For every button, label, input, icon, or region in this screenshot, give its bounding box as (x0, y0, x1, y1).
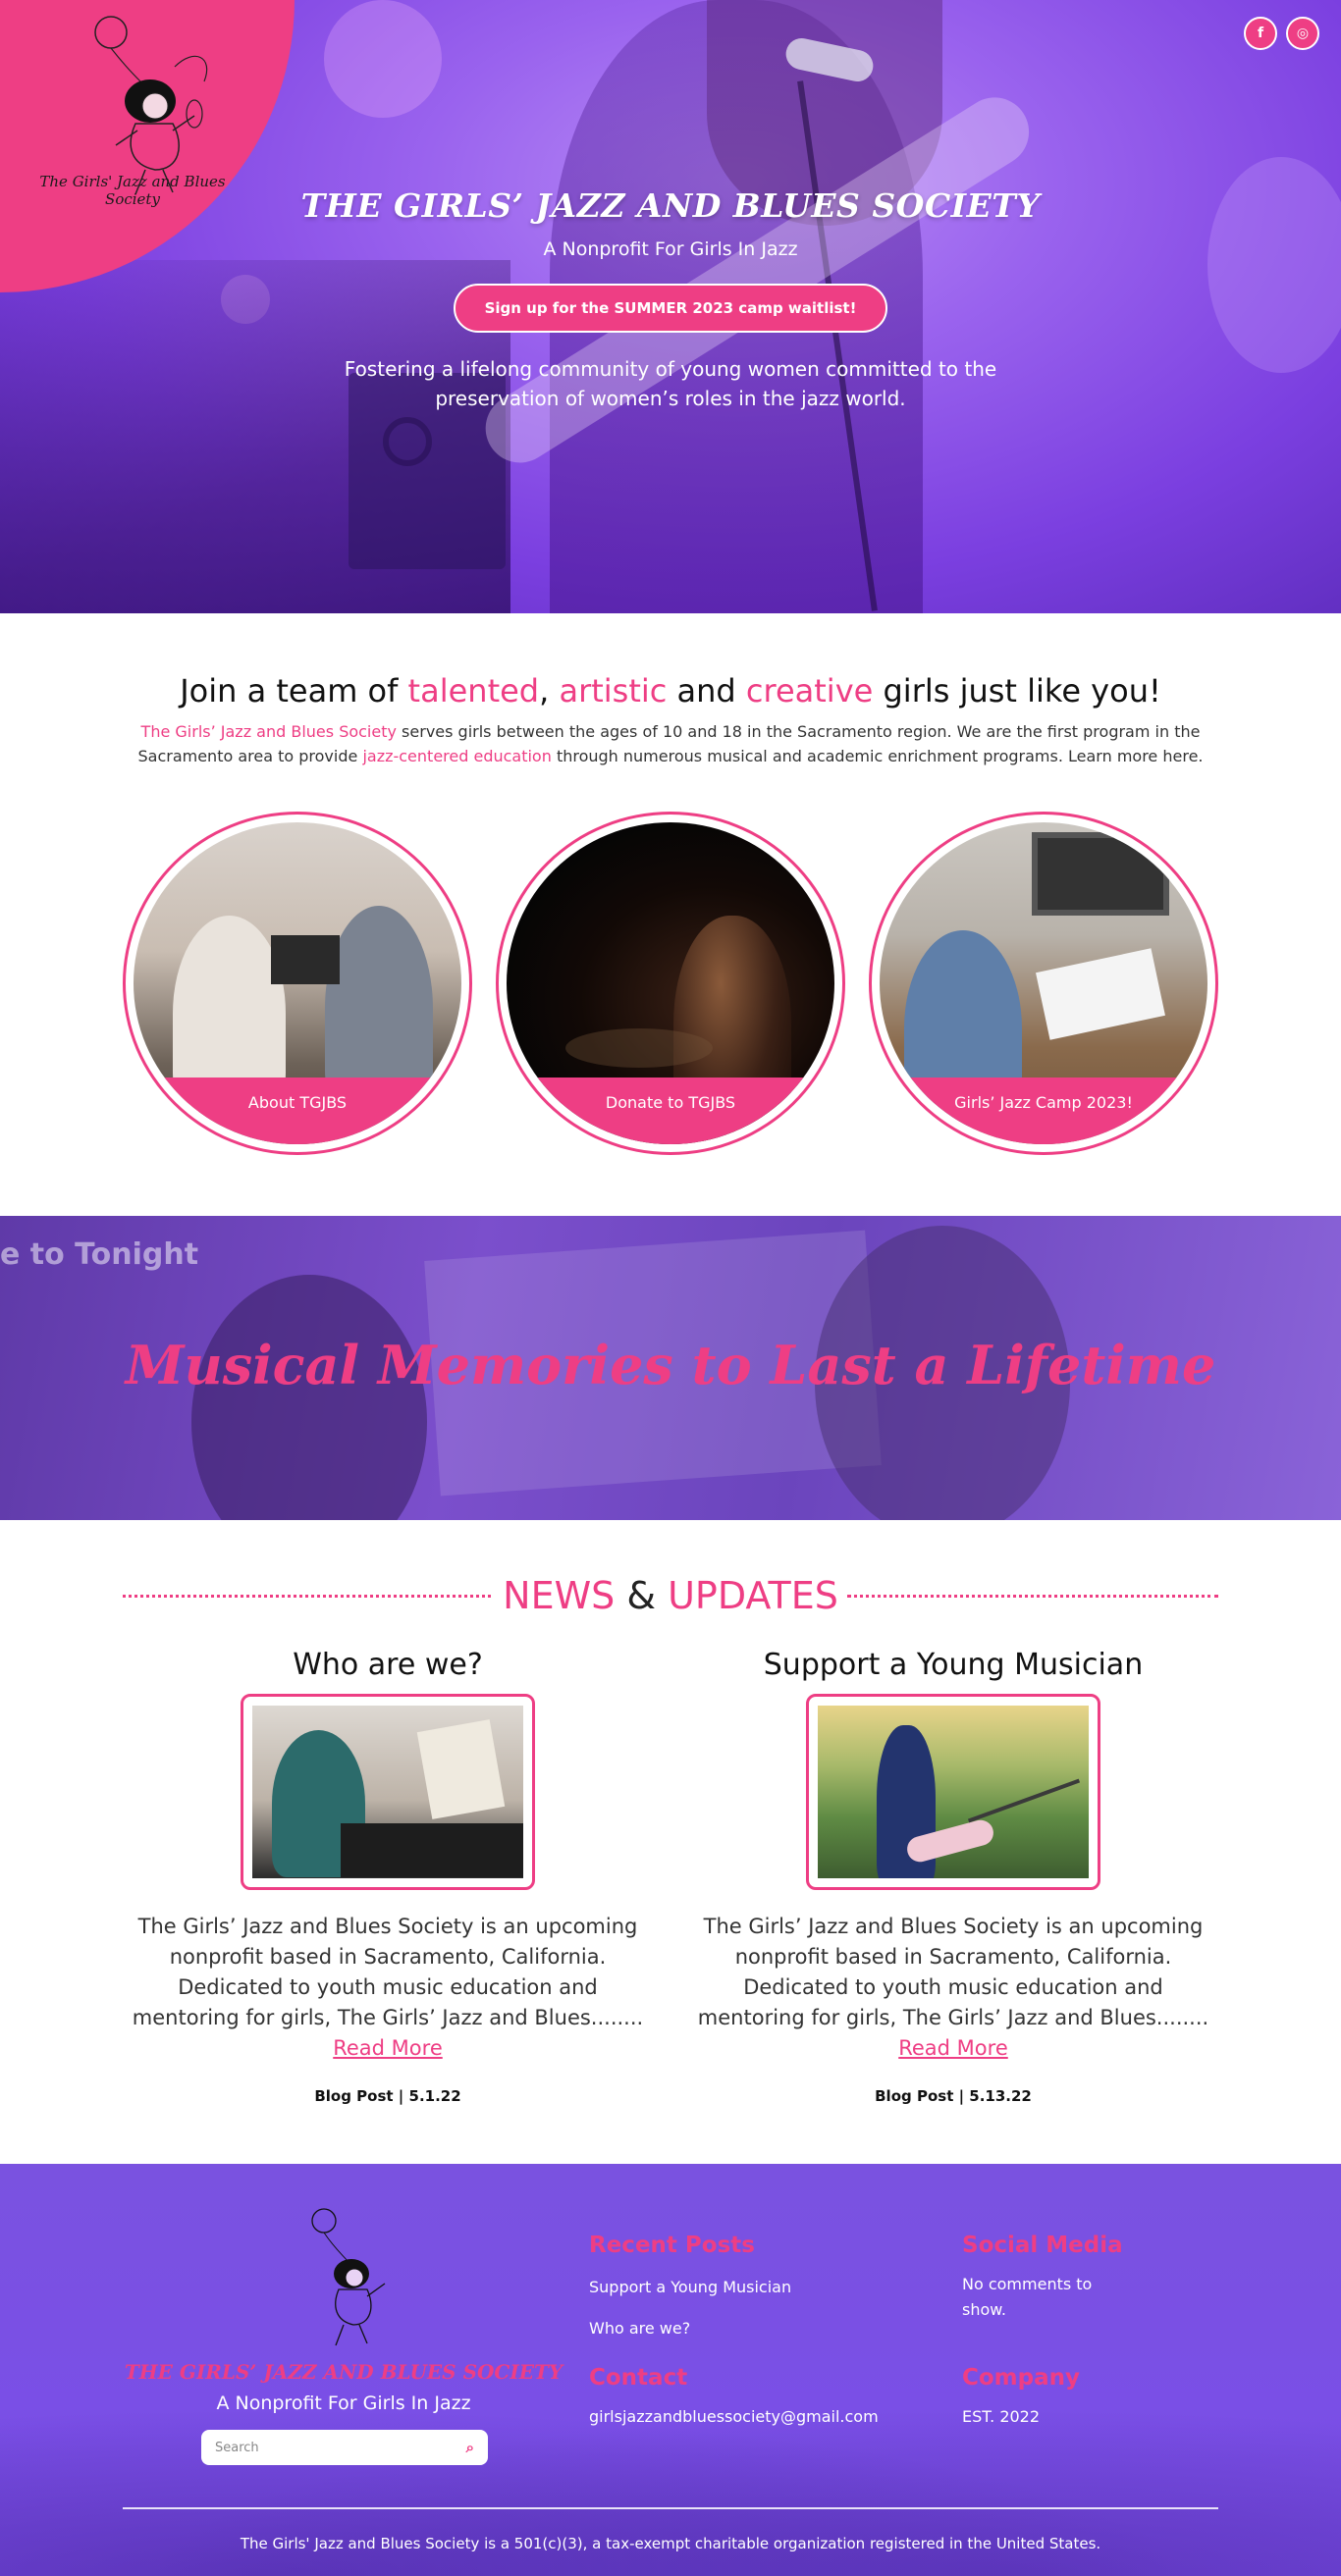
photo-object (341, 1823, 523, 1877)
photo-object (271, 935, 340, 984)
drummer-photo: Donate to TGJBS (507, 822, 834, 1144)
hero-description: Fostering a lifelong community of young … (344, 357, 997, 410)
camp-label: Girls’ Jazz Camp 2023! (880, 1078, 1207, 1144)
social-media-text: No comments to show. (962, 2275, 1093, 2319)
girl-mascot-logo-icon (311, 2208, 386, 2346)
search-input[interactable]: Search ⌕ (201, 2430, 488, 2465)
excerpt-text: The Girls’ Jazz and Blues Society is an … (697, 1915, 1209, 2029)
footer-title: THE GIRLS’ JAZZ AND BLUES SOCIETY (124, 2360, 563, 2384)
heading-text: girls just like you! (873, 672, 1161, 710)
search-icon[interactable]: ⌕ (466, 2439, 474, 2456)
camp-card[interactable]: Girls’ Jazz Camp 2023! (869, 812, 1218, 1155)
heading-highlight: artistic (559, 672, 668, 710)
intro-heading: Join a team of talented, artistic and cr… (128, 672, 1213, 710)
photo-object (565, 1028, 713, 1068)
hero-subtitle: A Nonprofit For Girls In Jazz (543, 238, 798, 260)
intro-text: through numerous musical and academic en… (551, 747, 1204, 765)
heading-text: and (667, 672, 746, 710)
instagram-icon[interactable]: ◎ (1286, 17, 1319, 50)
contact-column: Contact girlsjazzandbluessociety@gmail.c… (589, 2365, 942, 2430)
heading-highlight: creative (745, 672, 874, 710)
post-title[interactable]: Support a Young Musician (688, 1648, 1218, 1682)
hero-content: THE GIRLS’ JAZZ AND BLUES SOCIETY A Nonp… (0, 186, 1341, 413)
post-meta: Blog Post | 5.1.22 (314, 2087, 461, 2105)
memories-banner: e to Tonight Musical Memories to Last a … (0, 1216, 1341, 1520)
post-thumbnail[interactable] (806, 1694, 1100, 1890)
social-links: f ◎ (1244, 17, 1319, 50)
camp-waitlist-button[interactable]: Sign up for the SUMMER 2023 camp waitlis… (453, 284, 888, 333)
post-excerpt: The Girls’ Jazz and Blues Society is an … (688, 1912, 1218, 2064)
blog-post: Support a Young Musician The Girls’ Jazz… (688, 1648, 1218, 2105)
intro-paragraph: The Girls’ Jazz and Blues Society serves… (128, 719, 1213, 768)
donate-label: Donate to TGJBS (507, 1078, 834, 1144)
facebook-icon[interactable]: f (1244, 17, 1277, 50)
stage-light (324, 0, 442, 118)
about-card[interactable]: About TGJBS (123, 812, 472, 1155)
photo-object (416, 1719, 506, 1819)
news-heading-amp: & (615, 1574, 669, 1617)
piano-photo (252, 1706, 523, 1878)
blog-posts: Who are we? The Girls’ Jazz and Blues So… (0, 1613, 1341, 2105)
read-more-link[interactable]: Read More (898, 2036, 1008, 2060)
guitar-girl-photo (818, 1706, 1089, 1878)
recent-post-link[interactable]: Who are we? (589, 2317, 923, 2340)
intro-section: Join a team of talented, artistic and cr… (0, 613, 1341, 768)
society-link[interactable]: The Girls’ Jazz and Blues Society (141, 722, 397, 741)
legal-notice: The Girls' Jazz and Blues Society is a 5… (240, 2535, 1101, 2552)
footer-divider (123, 2507, 1218, 2509)
footer-subtitle: A Nonprofit For Girls In Jazz (216, 2392, 471, 2414)
donate-card[interactable]: Donate to TGJBS (496, 812, 845, 1155)
news-heading: NEWS & UPDATES (123, 1574, 1218, 1617)
recent-posts-column: Recent Posts Support a Young Musician Wh… (589, 2233, 923, 2340)
background-sign: e to Tonight (0, 1237, 199, 1272)
heading-text: , (539, 672, 560, 710)
excerpt-text: The Girls’ Jazz and Blues Society is an … (132, 1915, 644, 2029)
site-footer: THE GIRLS’ JAZZ AND BLUES SOCIETY A Nonp… (0, 2164, 1341, 2576)
heading-text: Join a team of (180, 672, 408, 710)
photo-object (1036, 948, 1165, 1040)
amplifier-speaker (383, 417, 432, 466)
hero-title: THE GIRLS’ JAZZ AND BLUES SOCIETY (300, 186, 1041, 225)
feature-circles: About TGJBS Donate to TGJBS Girls’ Jazz … (0, 768, 1341, 1155)
hero-section: The Girls' Jazz and Blues Society f ◎ TH… (0, 0, 1341, 613)
post-thumbnail[interactable] (241, 1694, 535, 1890)
news-heading-word: UPDATES (668, 1574, 838, 1617)
jazz-education-link[interactable]: jazz-centered education (362, 747, 551, 765)
contact-heading: Contact (589, 2365, 688, 2391)
heading-highlight: talented (407, 672, 540, 710)
post-meta: Blog Post | 5.13.22 (875, 2087, 1032, 2105)
news-heading-word: NEWS (503, 1574, 616, 1617)
news-heading-row: NEWS & UPDATES (123, 1574, 1218, 1617)
company-column: Company EST. 2022 (962, 2365, 1139, 2430)
photo-object (1032, 832, 1169, 916)
company-heading: Company (962, 2365, 1080, 2391)
post-title[interactable]: Who are we? (123, 1648, 653, 1682)
post-excerpt: The Girls’ Jazz and Blues Society is an … (123, 1912, 653, 2064)
recent-post-link[interactable]: Support a Young Musician (589, 2276, 923, 2299)
social-media-heading: Social Media (962, 2233, 1123, 2258)
social-media-column: Social Media No comments to show. (962, 2233, 1139, 2323)
flute-photo: Girls’ Jazz Camp 2023! (880, 822, 1207, 1144)
banner-figure (191, 1275, 427, 1520)
banner-heading: Musical Memories to Last a Lifetime (125, 1334, 1216, 1396)
blog-post: Who are we? The Girls’ Jazz and Blues So… (123, 1648, 653, 2105)
photo-object (967, 1778, 1081, 1823)
contact-email[interactable]: girlsjazzandbluessociety@gmail.com (589, 2404, 942, 2430)
read-more-link[interactable]: Read More (333, 2036, 443, 2060)
lesson-photo: About TGJBS (134, 822, 461, 1144)
recent-posts-heading: Recent Posts (589, 2233, 755, 2258)
search-placeholder: Search (215, 2440, 259, 2455)
about-label: About TGJBS (134, 1078, 461, 1144)
company-established: EST. 2022 (962, 2407, 1041, 2426)
